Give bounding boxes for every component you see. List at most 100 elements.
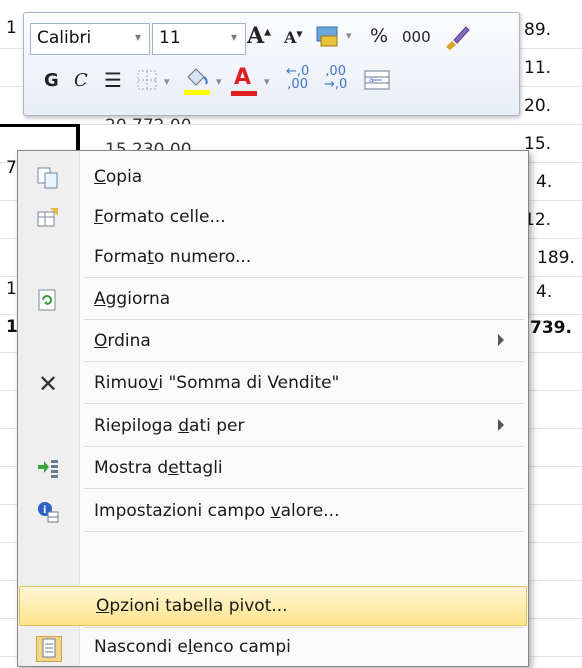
grow-font-label: A <box>247 23 265 49</box>
dropdown-arrow-icon[interactable]: ▾ <box>264 75 270 88</box>
dropdown-arrow-icon[interactable]: ▾ <box>135 30 141 44</box>
show-details-icon <box>36 457 60 481</box>
merge-center-button[interactable]: a <box>364 69 390 91</box>
menu-separator <box>84 403 524 404</box>
label-text: i "Somma di Vendite" <box>158 373 340 393</box>
fill-color-swatch <box>184 90 210 95</box>
dropdown-arrow-icon[interactable]: ▾ <box>164 75 170 88</box>
cell-value: 189. <box>537 248 575 268</box>
grid-line <box>0 124 582 125</box>
menu-separator <box>84 488 524 489</box>
menu-item-label: Formato celle... <box>94 207 226 227</box>
dropdown-arrow-icon[interactable]: ▾ <box>346 29 352 42</box>
grow-font-button[interactable]: A▲ <box>247 23 271 49</box>
menu-item-label: Ordina <box>94 331 151 351</box>
access-key: F <box>94 207 104 227</box>
cell-value: 15.230,00 <box>105 140 192 150</box>
field-list-icon <box>36 636 62 662</box>
cell-value: 20.772,00 <box>105 116 192 124</box>
menu-item-label: Mostra dettagli <box>94 458 223 478</box>
format-painter-button[interactable] <box>442 23 470 51</box>
access-key: t <box>147 247 154 267</box>
context-menu: Copia Formato celle... Formato numero...… <box>17 150 529 667</box>
menu-item-summarize-by[interactable]: Riepiloga dati per <box>18 407 528 447</box>
shrink-font-label: A <box>284 28 297 47</box>
brush-icon <box>446 26 470 50</box>
accounting-icon <box>316 26 338 47</box>
label-text: opia <box>105 167 143 187</box>
shrink-font-button[interactable]: A▼ <box>284 28 303 47</box>
label-text: ati per <box>189 416 245 436</box>
menu-item-hide-field-list[interactable]: Nascondi elenco campi <box>18 628 528 668</box>
label-text: enco campi <box>192 637 291 657</box>
font-name-combobox[interactable]: Calibri ▾ <box>30 23 150 55</box>
label-text: Forma <box>94 247 148 267</box>
bold-button[interactable]: G <box>44 70 59 91</box>
menu-item-copy[interactable]: Copia <box>18 158 528 198</box>
access-key: C <box>94 167 106 187</box>
label-text: Nascondi e <box>94 637 188 657</box>
cell-value: 1 <box>6 18 17 38</box>
font-color-swatch <box>231 91 257 96</box>
selected-cell-border <box>0 124 80 127</box>
dropdown-arrow-icon[interactable]: ▾ <box>231 30 237 44</box>
menu-item-label: Aggiorna <box>94 289 170 309</box>
menu-separator <box>84 361 524 362</box>
menu-item-remove-field[interactable]: ✕ Rimuovi "Somma di Vendite" <box>18 364 528 404</box>
center-align-button[interactable]: ☰ <box>104 68 122 92</box>
label-text: ggiorna <box>105 289 171 309</box>
italic-button[interactable]: C <box>74 70 88 91</box>
access-key: v <box>148 373 159 393</box>
cell-value: 4. <box>536 282 553 302</box>
cell-value: 1 <box>6 279 17 299</box>
menu-item-pivot-table-options[interactable]: Opzioni tabella pivot... <box>19 586 527 626</box>
label-text: ormato celle... <box>103 207 226 227</box>
menu-item-refresh[interactable]: Aggiorna <box>18 280 528 320</box>
label-text: rdina <box>107 331 151 351</box>
menu-item-value-field-settings[interactable]: i Impostazioni campo valore... <box>18 492 528 532</box>
paint-bucket-icon <box>187 68 208 86</box>
menu-item-show-details[interactable]: Mostra dettagli <box>18 449 528 489</box>
access-key: d <box>178 416 190 436</box>
label-text: o numero... <box>153 247 252 267</box>
access-key: e <box>168 458 179 478</box>
format-cells-icon <box>36 206 60 230</box>
decrease-decimal-button[interactable]: ,00 →,0 <box>324 65 347 91</box>
access-key: A <box>94 289 106 309</box>
dropdown-arrow-icon[interactable]: ▾ <box>216 75 222 88</box>
menu-separator <box>84 277 524 278</box>
refresh-icon <box>36 288 60 312</box>
accounting-format-button[interactable] <box>314 24 342 50</box>
menu-item-label: Formato numero... <box>94 247 251 267</box>
menu-item-sort[interactable]: Ordina <box>18 322 528 362</box>
align-center-icon: ☰ <box>104 68 122 92</box>
label-text: Rimuo <box>94 373 149 393</box>
menu-item-label: Opzioni tabella pivot... <box>96 596 288 616</box>
label-text: Mostra d <box>94 458 169 478</box>
borders-button[interactable] <box>136 69 158 91</box>
cell-value: 4. <box>536 172 553 192</box>
thousands-separator-button[interactable]: 000 <box>402 28 431 46</box>
cell-value: 7 <box>6 158 17 178</box>
cell-value: 89. <box>524 20 552 40</box>
menu-item-number-format[interactable]: Formato numero... <box>18 238 528 278</box>
increase-decimal-button[interactable]: ←,0,00 <box>286 65 309 91</box>
label-text: pzioni tabella pivot... <box>109 596 288 616</box>
menu-item-format-cells[interactable]: Formato celle... <box>18 198 528 238</box>
font-name-value: Calibri <box>37 28 92 48</box>
access-key: v <box>270 501 281 521</box>
percent-style-button[interactable]: % <box>370 25 388 47</box>
label-text: Riepiloga <box>94 416 179 436</box>
font-size-value: 11 <box>159 28 181 48</box>
remove-icon: ✕ <box>37 370 59 398</box>
font-color-button[interactable]: A <box>234 65 251 90</box>
font-color-label: A <box>234 65 252 90</box>
cell-value: 739. <box>530 318 572 338</box>
menu-separator <box>84 319 524 320</box>
menu-separator <box>84 531 524 532</box>
borders-icon <box>137 70 157 90</box>
access-key: O <box>94 331 108 351</box>
menu-item-label: Nascondi elenco campi <box>94 637 291 657</box>
menu-separator <box>84 446 524 447</box>
font-size-combobox[interactable]: 11 ▾ <box>152 23 246 55</box>
